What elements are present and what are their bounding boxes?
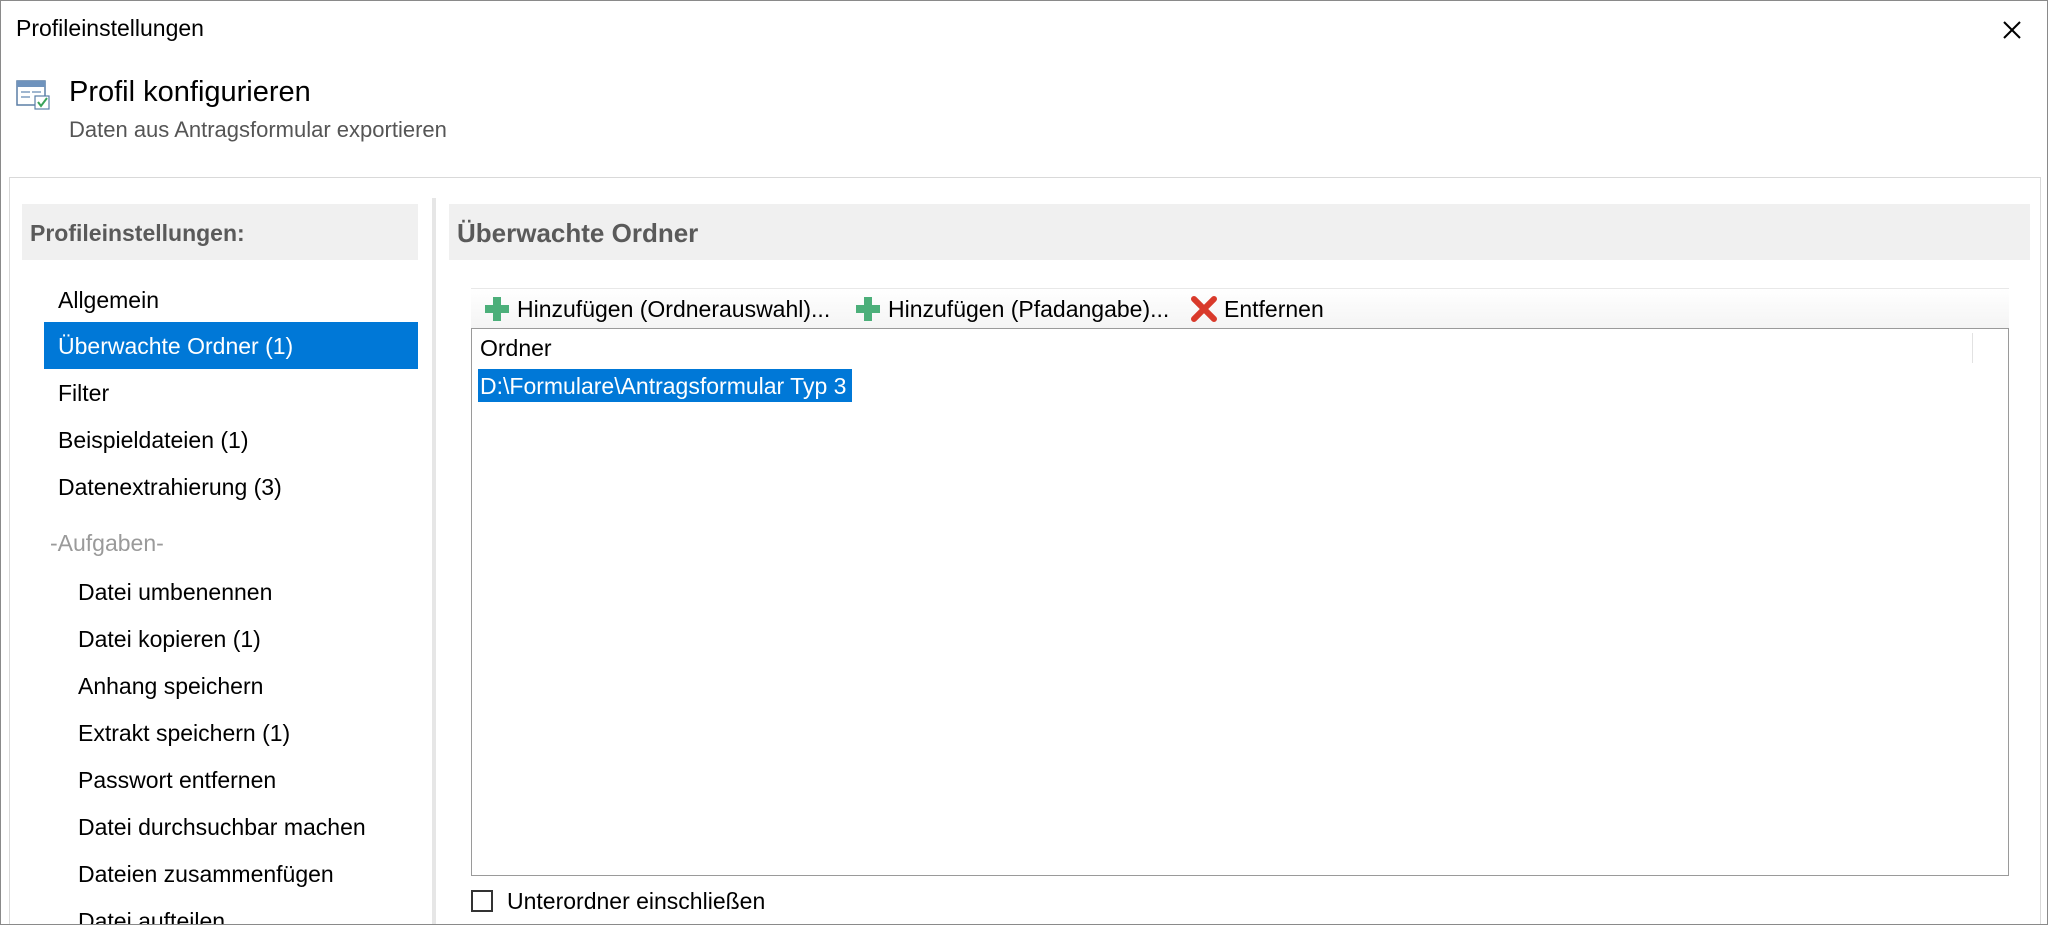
plus-icon	[483, 295, 511, 323]
sidebar-item-passwort-entfernen[interactable]: Passwort entfernen	[44, 756, 418, 803]
sidebar-item-datei-aufteilen[interactable]: Datei aufteilen	[44, 897, 418, 924]
column-divider[interactable]	[1972, 333, 1973, 363]
list-item[interactable]: D:\Formulare\Antragsformular Typ 3	[478, 369, 853, 402]
remove-folder-button[interactable]: Entfernen	[1190, 292, 1324, 326]
sidebar: Profileinstellungen: Allgemein Überwacht…	[22, 204, 426, 924]
page-title: Profil konfigurieren	[69, 76, 311, 108]
sidebar-header: Profileinstellungen:	[22, 204, 418, 260]
sidebar-item-dateien-zusammenfuegen[interactable]: Dateien zusammenfügen	[44, 850, 418, 897]
plus-icon	[854, 295, 882, 323]
add-folder-select-label: Hinzufügen (Ordnerauswahl)...	[517, 295, 831, 322]
list-header: Ordner	[472, 329, 2003, 367]
sidebar-item-filter[interactable]: Filter	[44, 369, 418, 416]
watched-folders-list[interactable]: Ordner D:\Formulare\Antragsformular Typ …	[471, 328, 2009, 876]
panel-title: Überwachte Ordner	[449, 204, 2030, 260]
title-bar: Profileinstellungen	[1, 1, 2047, 59]
include-subfolders-option[interactable]: Unterordner einschließen	[471, 886, 765, 916]
sidebar-item-datei-durchsuchbar[interactable]: Datei durchsuchbar machen	[44, 803, 418, 850]
add-folder-select-button[interactable]: Hinzufügen (Ordnerauswahl)...	[483, 292, 830, 326]
window-title: Profileinstellungen	[16, 15, 204, 41]
close-icon	[2003, 21, 2021, 39]
sidebar-item-beispieldateien[interactable]: Beispieldateien (1)	[44, 416, 418, 463]
settings-content: Profileinstellungen: Allgemein Überwacht…	[9, 177, 2041, 924]
add-folder-path-label: Hinzufügen (Pfadangabe)...	[888, 295, 1170, 322]
column-header-ordner[interactable]: Ordner	[480, 335, 552, 362]
profile-settings-icon	[16, 79, 50, 111]
folder-toolbar: Hinzufügen (Ordnerauswahl)... Hinzufügen…	[471, 288, 2009, 329]
sidebar-item-datenextrahierung[interactable]: Datenextrahierung (3)	[44, 463, 418, 510]
panel-splitter[interactable]	[432, 198, 436, 924]
sidebar-item-ueberwachte-ordner[interactable]: Überwachte Ordner (1)	[44, 322, 418, 369]
remove-folder-label: Entfernen	[1224, 295, 1324, 322]
sidebar-item-allgemein[interactable]: Allgemein	[44, 276, 418, 323]
remove-x-icon	[1190, 295, 1218, 323]
sidebar-group-aufgaben: -Aufgaben-	[50, 530, 164, 556]
include-subfolders-label: Unterordner einschließen	[507, 887, 766, 914]
add-folder-path-button[interactable]: Hinzufügen (Pfadangabe)...	[854, 292, 1169, 326]
sidebar-item-datei-kopieren[interactable]: Datei kopieren (1)	[44, 615, 418, 662]
sidebar-item-anhang-speichern[interactable]: Anhang speichern	[44, 662, 418, 709]
sidebar-item-datei-umbenennen[interactable]: Datei umbenennen	[44, 568, 418, 615]
sidebar-item-extrakt-speichern[interactable]: Extrakt speichern (1)	[44, 709, 418, 756]
page-subtitle: Daten aus Antragsformular exportieren	[69, 117, 447, 142]
include-subfolders-checkbox[interactable]	[471, 890, 493, 912]
close-button[interactable]	[1993, 11, 2031, 49]
profile-settings-dialog: Profileinstellungen Profil konfigurieren…	[0, 0, 2048, 925]
